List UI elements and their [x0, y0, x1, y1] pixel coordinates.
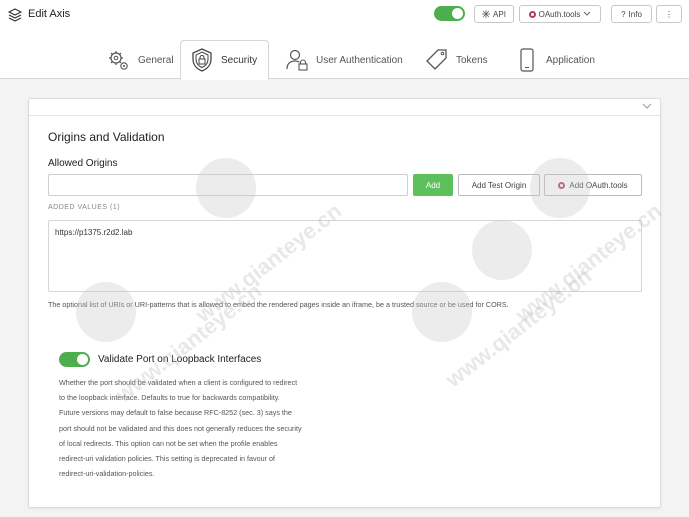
api-button-label: API: [493, 9, 506, 19]
tab-tokens[interactable]: Tokens: [416, 40, 496, 80]
allowed-origins-help: The optional list of URIs or URI-pattern…: [48, 300, 509, 309]
tag-icon: [426, 49, 447, 70]
tab-security-label: Security: [221, 54, 258, 66]
description-line: of local redirects. This option can not …: [59, 438, 278, 448]
cube-icon: [8, 8, 22, 22]
add-test-origin-button[interactable]: Add Test Origin: [458, 174, 540, 196]
tab-application[interactable]: Application: [506, 40, 603, 80]
description-line: redirect-uri validation policies. This s…: [59, 454, 276, 464]
allowed-origin-input[interactable]: [48, 174, 408, 196]
question-icon: ?: [621, 9, 626, 19]
enabled-toggle[interactable]: [434, 6, 465, 21]
oauth-tools-icon: [528, 10, 536, 18]
info-button[interactable]: ? Info: [611, 5, 652, 23]
allowed-origins-label: Allowed Origins: [48, 158, 118, 169]
api-button[interactable]: API: [474, 5, 514, 23]
description-line: Future versions may default to false bec…: [59, 408, 292, 418]
tab-general-label: General: [138, 54, 174, 66]
tab-security[interactable]: Security: [180, 40, 269, 80]
add-test-origin-button-label: Add Test Origin: [471, 180, 527, 190]
added-values-list: https://p1375.r2d2.lab: [48, 220, 642, 292]
added-value-item[interactable]: https://p1375.r2d2.lab: [55, 228, 132, 237]
description-line: Whether the port should be validated whe…: [59, 378, 298, 387]
oauth-tools-button[interactable]: OAuth.tools: [519, 5, 601, 23]
add-oauth-tools-button[interactable]: Add OAuth.tools: [544, 174, 642, 196]
top-bar: Edit Axis API OAuth.tools ? Info ⋮: [0, 0, 689, 30]
description-line: port should not be validated and this do…: [59, 423, 302, 433]
validate-port-label: Validate Port on Loopback Interfaces: [98, 354, 262, 365]
add-origin-button-label: Add: [425, 180, 441, 190]
oauth-tools-icon: [558, 181, 566, 189]
mobile-icon: [520, 48, 534, 72]
panel-divider: [29, 115, 660, 116]
section-title: Origins and Validation: [48, 130, 165, 144]
sparkle-icon: [482, 10, 491, 18]
validate-port-toggle[interactable]: [59, 352, 90, 367]
gears-icon: [109, 51, 128, 70]
add-oauth-tools-button-label: Add OAuth.tools: [569, 180, 628, 190]
tab-application-label: Application: [546, 54, 595, 66]
tab-user-authentication[interactable]: User Authentication: [276, 40, 411, 80]
more-menu-button[interactable]: ⋮: [656, 5, 682, 23]
added-values-label: ADDED VALUES (1): [48, 204, 121, 211]
tab-tokens-label: Tokens: [456, 54, 488, 66]
description-line: to the loopback interface. Defaults to t…: [59, 393, 280, 403]
oauth-tools-button-label: OAuth.tools: [538, 9, 581, 19]
user-lock-icon: [286, 49, 308, 71]
tab-general[interactable]: General: [98, 40, 182, 80]
page-title: Edit Axis: [28, 8, 71, 20]
collapse-chevron-icon[interactable]: [642, 102, 652, 110]
tab-bar: General Security User Authentication Tok…: [0, 30, 689, 80]
tab-user-authentication-label: User Authentication: [316, 54, 403, 66]
shield-lock-icon: [192, 48, 212, 72]
more-icon: ⋮: [665, 9, 673, 19]
validate-port-description: Whether the port should be validated whe…: [59, 375, 344, 481]
description-line: redirect-uri-validation-policies.: [59, 469, 155, 479]
chevron-down-icon: [584, 11, 591, 16]
info-button-label: Info: [628, 9, 642, 19]
origins-validation-panel: Origins and Validation Allowed Origins A…: [28, 98, 661, 508]
add-origin-button[interactable]: Add: [413, 174, 453, 196]
